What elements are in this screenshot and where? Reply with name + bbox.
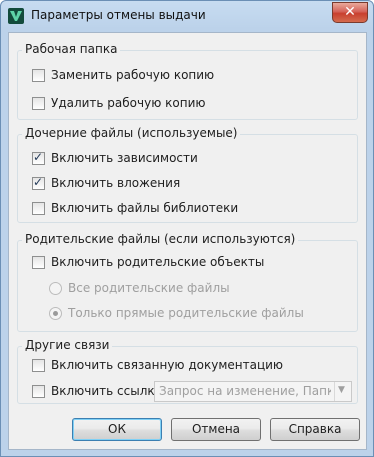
include-dependencies-checkbox[interactable]: ✓ xyxy=(32,150,45,165)
window-title: Параметры отмены выдачи xyxy=(31,8,206,22)
checkmark-icon: ✓ xyxy=(33,150,44,164)
include-parents-label: Включить родительские объекты xyxy=(51,255,265,269)
ok-button[interactable]: ОК xyxy=(72,418,162,441)
include-docs-checkbox[interactable] xyxy=(32,359,45,372)
include-attachments-label: Включить вложения xyxy=(51,176,181,190)
close-icon: ✕ xyxy=(344,4,356,20)
include-attachments-checkbox[interactable]: ✓ xyxy=(32,175,45,190)
include-library-files-checkbox[interactable] xyxy=(32,202,45,215)
children-label: Дочерние файлы (используемые) xyxy=(22,126,241,140)
children-group: Дочерние файлы (используемые) ✓ Включить… xyxy=(17,126,358,223)
replace-working-copy-checkbox[interactable] xyxy=(32,69,45,82)
include-links-checkbox[interactable] xyxy=(32,385,45,398)
checkmark-icon: ✓ xyxy=(33,175,44,189)
direct-parents-radio[interactable] xyxy=(49,307,62,320)
include-parents-checkbox[interactable] xyxy=(32,256,45,269)
parents-label: Родительские файлы (если используются) xyxy=(22,232,299,246)
delete-working-copy-checkbox[interactable] xyxy=(32,97,45,110)
parents-group: Родительские файлы (если используются) В… xyxy=(17,232,358,332)
links-type-value: Запрос на изменение, Папка, ... xyxy=(159,384,331,398)
include-links-label: Включить ссылки xyxy=(51,384,163,398)
dialog-window: Параметры отмены выдачи ✕ Рабочая папка … xyxy=(0,0,374,457)
radio-selected-dot xyxy=(53,311,58,316)
title-bar[interactable]: Параметры отмены выдачи ✕ xyxy=(1,1,373,31)
all-parents-label: Все родительские файлы xyxy=(68,281,230,295)
include-docs-label: Включить связанную документацию xyxy=(51,358,284,372)
links-type-select[interactable]: Запрос на изменение, Папка, ... ▼ xyxy=(154,381,352,402)
help-button[interactable]: Справка xyxy=(270,418,360,441)
chevron-down-icon: ▼ xyxy=(338,385,345,395)
close-button[interactable]: ✕ xyxy=(332,2,368,23)
replace-working-copy-label: Заменить рабочую копию xyxy=(51,68,215,82)
other-links-label: Другие связи xyxy=(22,338,113,352)
include-dependencies-label: Включить зависимости xyxy=(51,151,198,165)
direct-parents-label: Только прямые родительские файлы xyxy=(68,306,304,320)
vault-v-icon xyxy=(8,8,24,24)
working-folder-group: Рабочая папка Заменить рабочую копию Уда… xyxy=(17,42,358,120)
include-library-files-label: Включить файлы библиотеки xyxy=(51,201,239,215)
delete-working-copy-label: Удалить рабочую копию xyxy=(51,96,206,110)
dialog-body: Рабочая папка Заменить рабочую копию Уда… xyxy=(8,32,367,450)
dropdown-arrow[interactable]: ▼ xyxy=(334,382,351,401)
working-folder-label: Рабочая папка xyxy=(22,42,121,56)
all-parents-radio[interactable] xyxy=(49,282,62,295)
cancel-button[interactable]: Отмена xyxy=(171,418,261,441)
